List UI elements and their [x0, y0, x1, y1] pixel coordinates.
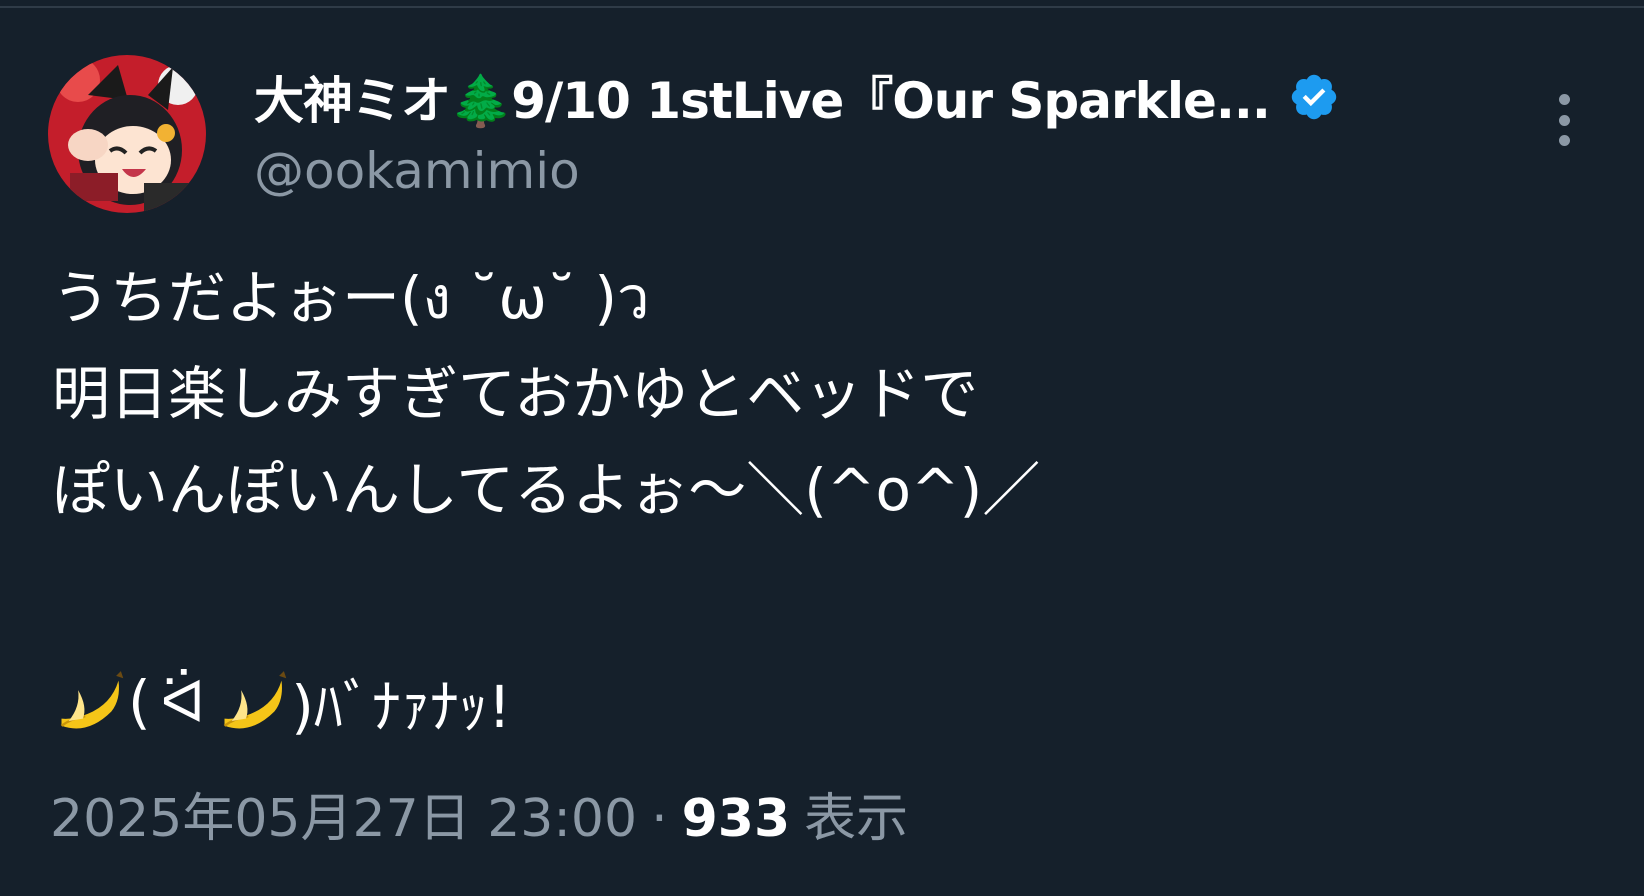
top-divider: [0, 6, 1644, 8]
more-dot: [1558, 135, 1570, 146]
banana-icon: [224, 671, 287, 729]
banana-face: ᐛ: [160, 668, 206, 736]
views-count: 933: [681, 789, 791, 849]
tweet-banana-line: ( ᐛ )ﾊﾞﾅｧﾅｯ!: [52, 654, 511, 750]
more-dot: [1558, 114, 1570, 126]
avatar-illustration: [48, 55, 206, 213]
tweet-meta: 2025年05月27日 23:00 · 933 表示: [50, 776, 908, 851]
banana-face-open: (: [128, 668, 151, 736]
tweet-text-line: ぽいんぽいんしてるよぉ～＼(^o^)／: [52, 456, 1041, 524]
author-display-name[interactable]: 大神ミオ🌲9/10 1stLive『Our Sparkle...: [254, 61, 1271, 133]
tweet-text: うちだよぉー(ง ˘ω˘ )ว 明日楽しみすぎておかゆとベッドで ぽいんぽいんし…: [52, 250, 1552, 538]
tweet-timestamp[interactable]: 2025年05月27日 23:00: [50, 776, 637, 851]
tweet-text-line: うちだよぉー(ง ˘ω˘ )ว: [52, 264, 650, 332]
avatar[interactable]: [48, 55, 206, 213]
more-options-icon[interactable]: [1548, 88, 1580, 152]
more-dot: [1558, 94, 1570, 105]
tweet-text-line: 明日楽しみすぎておかゆとベッドで: [52, 360, 979, 428]
author-handle[interactable]: @ookamimio: [254, 142, 580, 200]
verified-badge-icon: [1291, 74, 1337, 120]
author-name-row[interactable]: 大神ミオ🌲9/10 1stLive『Our Sparkle...: [254, 62, 1340, 132]
views-label: 表示: [804, 789, 909, 849]
banana-icon: [60, 671, 124, 729]
banana-face-close: )ﾊﾞﾅｧﾅｯ!: [291, 673, 512, 741]
meta-separator: ·: [651, 789, 668, 849]
